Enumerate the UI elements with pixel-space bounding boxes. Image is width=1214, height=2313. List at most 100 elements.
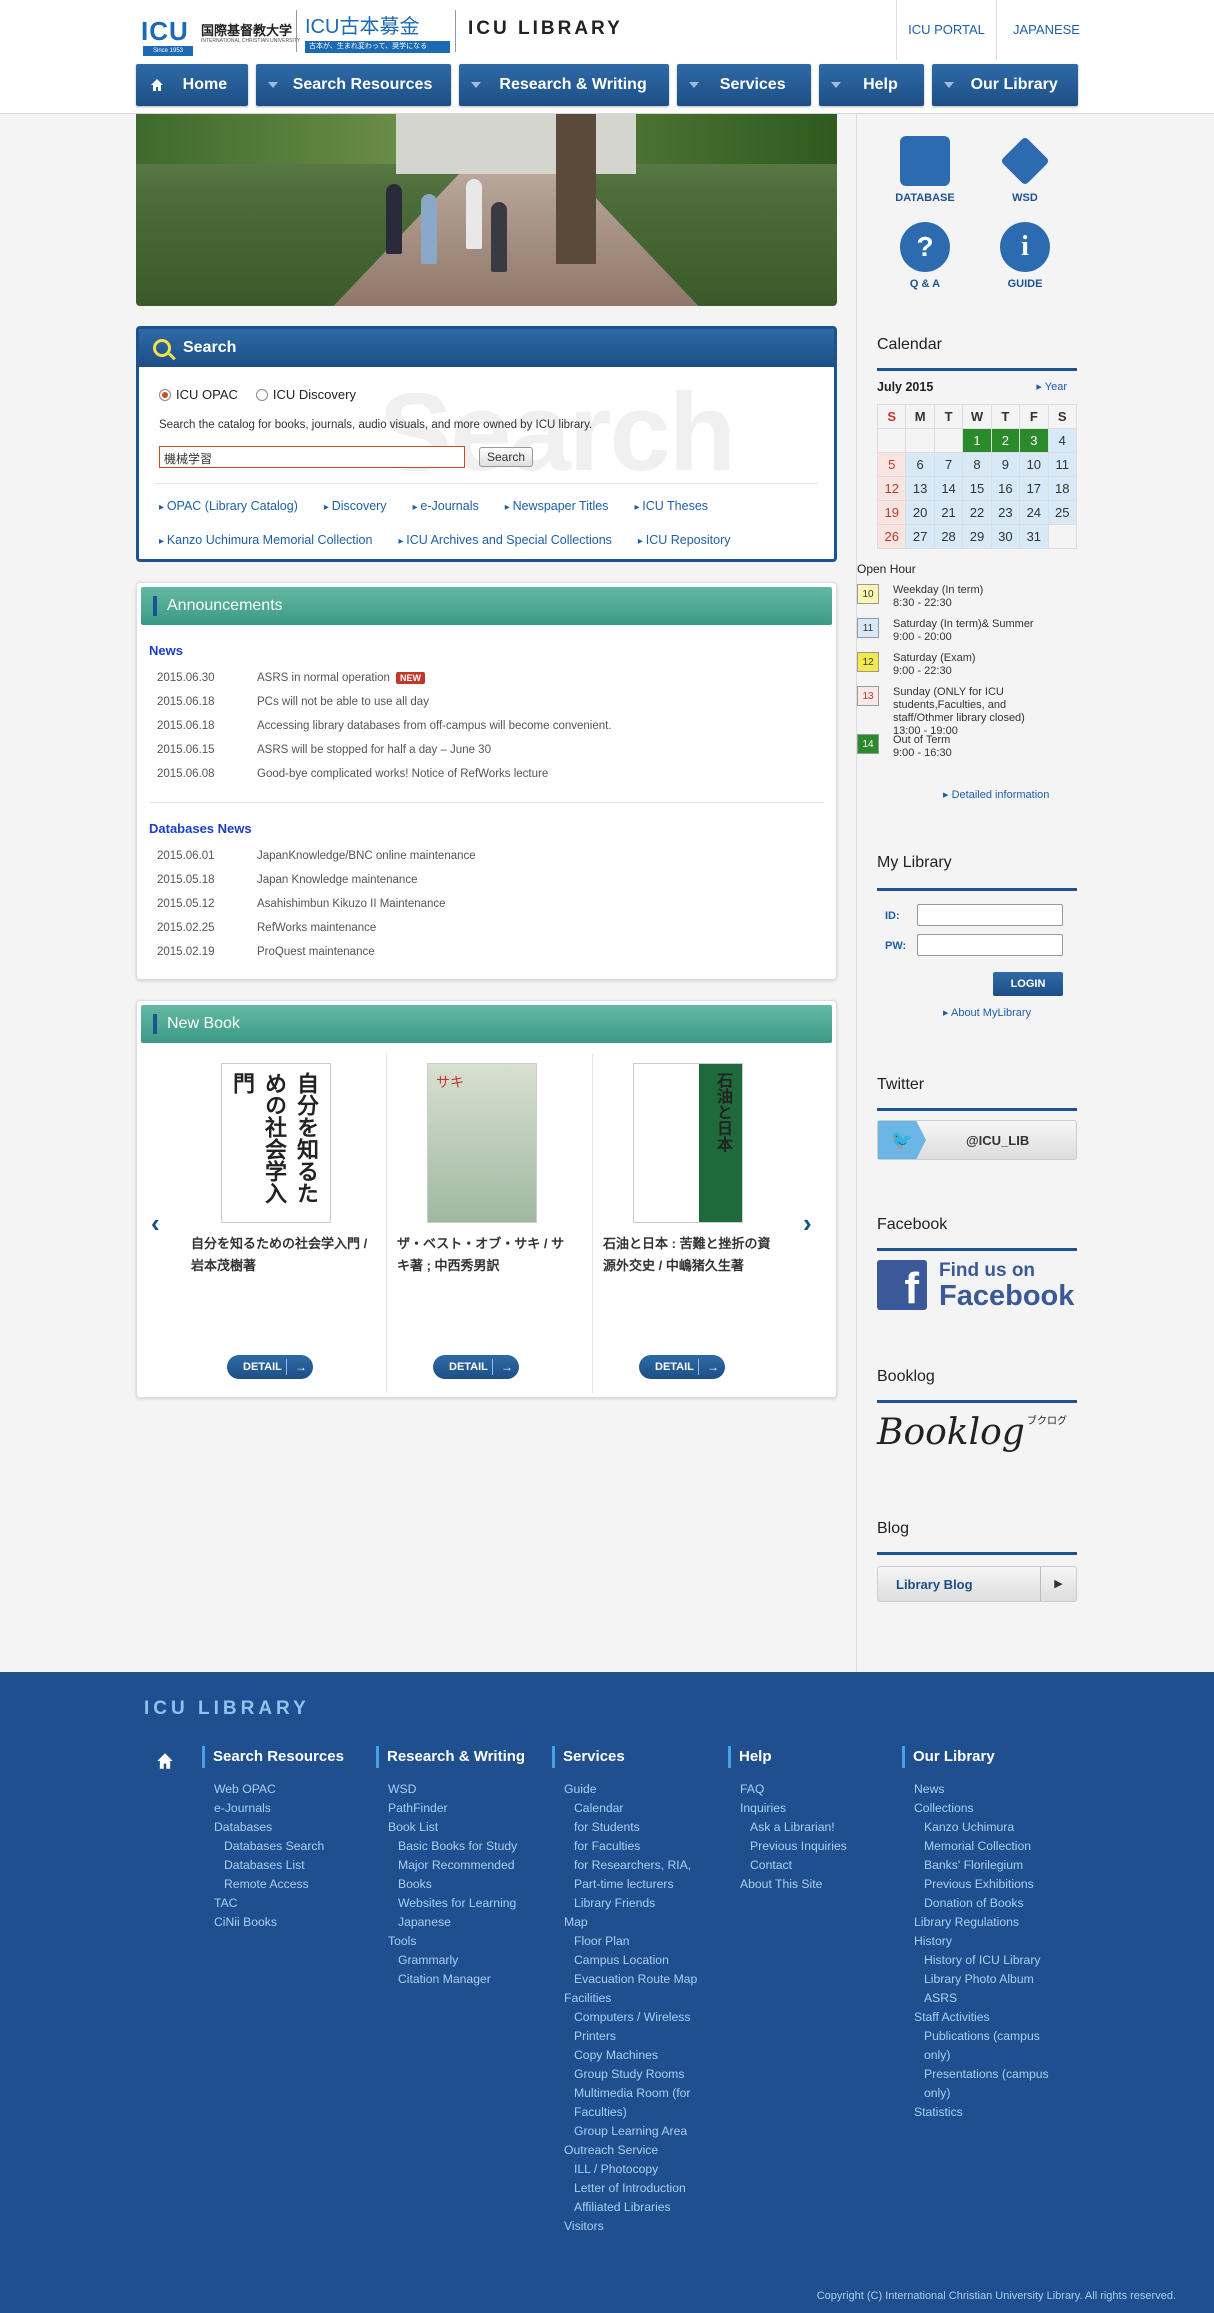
news-row[interactable]: 2015.06.18 PCs will not be able to use al… <box>137 690 836 714</box>
footer-link[interactable]: for Researchers, RIA, Part-time lecturer… <box>564 1856 714 1894</box>
calendar-year-link[interactable]: ▸ Year <box>1036 380 1067 393</box>
calendar-date[interactable]: 24 <box>1019 500 1049 525</box>
login-button[interactable]: LOGIN <box>993 972 1063 996</box>
search-button[interactable]: Search <box>479 447 533 467</box>
calendar-date[interactable]: 12 <box>876 476 907 501</box>
footer-link[interactable]: Donation of Books <box>914 1894 1054 1913</box>
db-news-row[interactable]: 2015.05.12 Asahishimbun Kikuzo II Mainten… <box>137 892 836 916</box>
footer-link[interactable]: TAC <box>214 1894 354 1913</box>
footer-link[interactable]: Affiliated Libraries <box>564 2198 714 2217</box>
footer-link[interactable]: Contact <box>740 1856 880 1875</box>
calendar-date[interactable]: 21 <box>933 500 964 525</box>
footer-link[interactable]: Basic Books for Study <box>388 1837 528 1856</box>
footer-link[interactable]: Library Friends <box>564 1894 714 1913</box>
footer-link[interactable]: Web OPAC <box>214 1780 354 1799</box>
footer-link[interactable]: for Students <box>564 1818 714 1837</box>
facebook-banner[interactable]: f Find us on Facebook <box>877 1260 1077 1314</box>
news-row[interactable]: 2015.06.08 Good-bye complicated works! No… <box>137 762 836 786</box>
book-item[interactable]: 石油と日本 石油と日本 : 苦難と挫折の資源外交史 / 中嶋猪久生著 DETAI… <box>593 1053 799 1393</box>
footer-link[interactable]: Major Recommended Books <box>388 1856 528 1894</box>
nav-search-resources[interactable]: Search Resources <box>255 64 452 106</box>
db-news-row[interactable]: 2015.02.19 ProQuest maintenance <box>137 940 836 964</box>
pw-input[interactable] <box>917 934 1063 956</box>
radio-icu-discovery[interactable]: ICU Discovery <box>255 387 356 402</box>
footer-link[interactable]: Floor Plan <box>564 1932 714 1951</box>
calendar-date[interactable]: 25 <box>1047 500 1078 525</box>
footer-link[interactable]: Guide <box>564 1780 714 1799</box>
calendar-date[interactable]: 1 <box>962 428 992 453</box>
calendar-date[interactable]: 17 <box>1019 476 1049 501</box>
open-hour-detail-link[interactable]: ▸ Detailed information <box>943 788 1049 801</box>
footer-link[interactable]: Grammarly <box>388 1951 528 1970</box>
footer-link[interactable]: ILL / Photocopy <box>564 2160 714 2179</box>
japanese-link[interactable]: JAPANESE <box>996 0 1096 60</box>
booklog-banner[interactable]: Booklog ブクログ <box>877 1412 1077 1468</box>
footer-column-title[interactable]: Search Resources <box>202 1746 354 1768</box>
footer-link[interactable]: History <box>914 1932 1054 1951</box>
calendar-date[interactable]: 3 <box>1019 428 1049 453</box>
footer-link[interactable]: Multimedia Room (for Faculties) <box>564 2084 714 2122</box>
footer-link[interactable]: Kanzo Uchimura Memorial Collection <box>914 1818 1054 1856</box>
qa-quicklink[interactable]: ? Q & A <box>885 222 965 290</box>
footer-link[interactable]: Databases List <box>214 1856 354 1875</box>
calendar-date[interactable]: 26 <box>876 524 907 549</box>
footer-link[interactable]: FAQ <box>740 1780 880 1799</box>
footer-link[interactable]: About This Site <box>740 1875 880 1894</box>
book-detail-button[interactable]: DETAIL <box>433 1355 519 1379</box>
opac-link[interactable]: OPAC (Library Catalog) <box>159 499 298 513</box>
news-row[interactable]: 2015.06.30 ASRS in normal operation NEW <box>137 666 836 690</box>
footer-link[interactable]: Statistics <box>914 2103 1054 2122</box>
book-detail-button[interactable]: DETAIL <box>227 1355 313 1379</box>
footer-link[interactable]: Copy Machines <box>564 2046 714 2065</box>
calendar-date[interactable]: 14 <box>933 476 964 501</box>
radio-icu-opac[interactable]: ICU OPAC <box>159 387 238 402</box>
ejournals-link[interactable]: e-Journals <box>413 499 478 513</box>
calendar-date[interactable]: 8 <box>962 452 992 477</box>
footer-link[interactable]: Banks' Florilegium <box>914 1856 1054 1875</box>
footer-link[interactable]: Campus Location <box>564 1951 714 1970</box>
calendar-date[interactable]: 16 <box>990 476 1021 501</box>
footer-link[interactable]: Databases <box>214 1818 354 1837</box>
calendar-date[interactable]: 18 <box>1047 476 1078 501</box>
footer-link[interactable]: Collections <box>914 1799 1054 1818</box>
footer-column-title[interactable]: Our Library <box>902 1746 1054 1768</box>
calendar-date[interactable]: 4 <box>1047 428 1078 453</box>
library-blog-button[interactable]: Library Blog ▶ <box>877 1566 1077 1602</box>
footer-column-title[interactable]: Research & Writing <box>376 1746 528 1768</box>
footer-link[interactable]: Databases Search <box>214 1837 354 1856</box>
calendar-date[interactable]: 2 <box>990 428 1021 453</box>
calendar-date[interactable]: 31 <box>1019 524 1049 549</box>
calendar-date[interactable]: 10 <box>1019 452 1049 477</box>
archives-link[interactable]: ICU Archives and Special Collections <box>398 533 612 547</box>
id-input[interactable] <box>917 904 1063 926</box>
carousel-prev-icon[interactable]: ‹ <box>151 1208 160 1239</box>
news-row[interactable]: 2015.06.15 ASRS will be stopped for half … <box>137 738 836 762</box>
carousel-next-icon[interactable]: › <box>803 1208 812 1239</box>
footer-link[interactable]: Evacuation Route Map <box>564 1970 714 1989</box>
footer-link[interactable]: Staff Activities <box>914 2008 1054 2027</box>
wsd-quicklink[interactable]: WSD <box>985 136 1065 204</box>
footer-column-title[interactable]: Help <box>728 1746 880 1768</box>
footer-link[interactable]: Facilities <box>564 1989 714 2008</box>
calendar-date[interactable]: 13 <box>905 476 935 501</box>
twitter-button[interactable]: 🐦 @ICU_LIB <box>877 1120 1077 1160</box>
footer-link[interactable]: ASRS <box>914 1989 1054 2008</box>
footer-link[interactable]: Previous Exhibitions <box>914 1875 1054 1894</box>
calendar-date[interactable]: 15 <box>962 476 992 501</box>
kanzo-uchimura-link[interactable]: Kanzo Uchimura Memorial Collection <box>159 533 373 547</box>
footer-link[interactable]: Calendar <box>564 1799 714 1818</box>
footer-link[interactable]: Websites for Learning Japanese <box>388 1894 528 1932</box>
calendar-date[interactable]: 20 <box>905 500 935 525</box>
footer-column-title[interactable]: Services <box>552 1746 714 1768</box>
footer-link[interactable]: Group Study Rooms <box>564 2065 714 2084</box>
calendar-date[interactable]: 28 <box>933 524 964 549</box>
nav-our-library[interactable]: Our Library <box>932 64 1078 106</box>
database-quicklink[interactable]: DATABASE <box>885 136 965 204</box>
footer-link[interactable]: Publications (campus only) <box>914 2027 1054 2065</box>
nav-services[interactable]: Services <box>676 64 811 106</box>
footer-link[interactable]: News <box>914 1780 1054 1799</box>
footer-link[interactable]: Computers / Wireless Printers <box>564 2008 714 2046</box>
calendar-date[interactable]: 23 <box>990 500 1021 525</box>
about-mylibrary-link[interactable]: ▸ About MyLibrary <box>943 1006 1031 1019</box>
nav-help[interactable]: Help <box>818 64 925 106</box>
